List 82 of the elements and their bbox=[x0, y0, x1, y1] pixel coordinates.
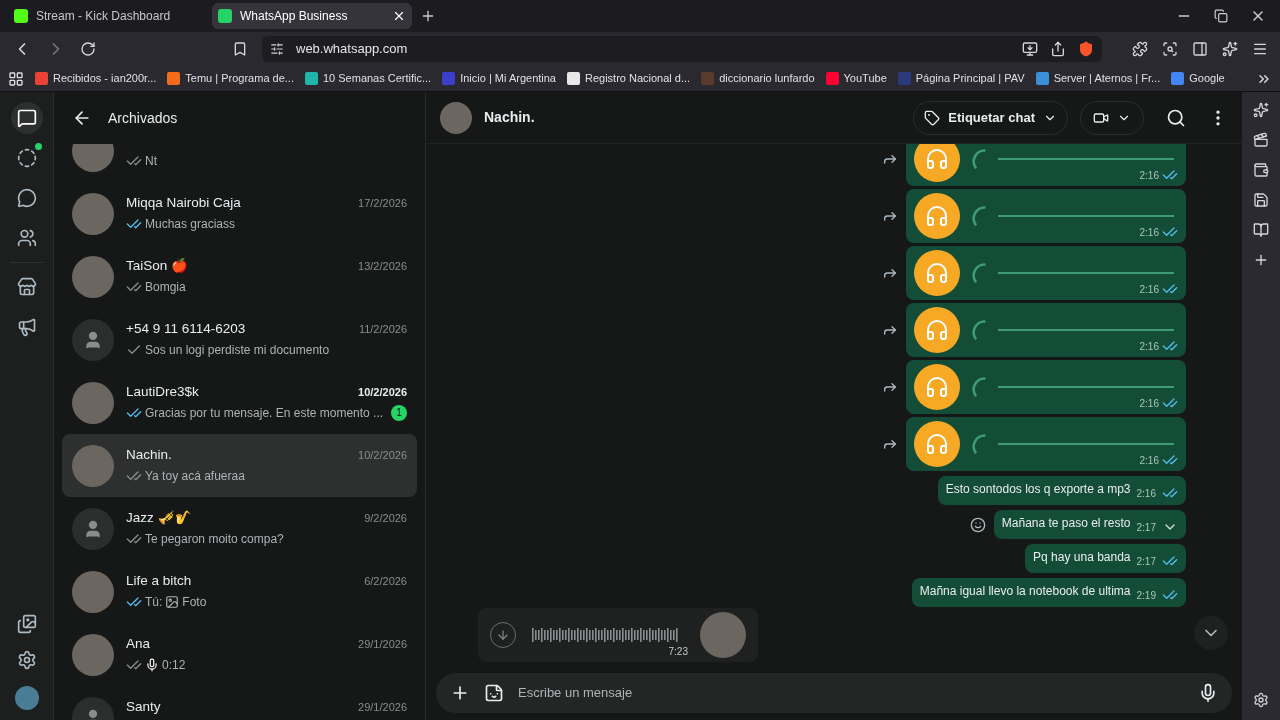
message-time: 2:16 bbox=[1139, 396, 1159, 411]
message-composer[interactable]: Escribe un mensaje bbox=[436, 673, 1232, 713]
message-text: Mañana te paso el resto bbox=[1001, 515, 1131, 532]
message-preview: Bomgia bbox=[145, 278, 187, 296]
chat-list-item[interactable]: Santy 29/1/2026 bbox=[62, 686, 417, 720]
chat-list-item[interactable]: Nt bbox=[62, 144, 417, 182]
chat-list-item[interactable]: Nachin. 10/2/2026 Ya toy acá afueraa bbox=[62, 434, 417, 497]
message-time: 2:16 bbox=[1139, 453, 1159, 468]
message-preview: 0:12 bbox=[162, 656, 187, 674]
audio-message-bubble[interactable]: 2:16 bbox=[906, 246, 1186, 300]
message-text: Esto sontodos los q exporte a mp3 bbox=[945, 481, 1131, 498]
message-preview: Te pegaron moito compa? bbox=[145, 530, 285, 548]
chat-name: Jazz 🎺🎷 bbox=[126, 509, 192, 528]
sender-label: Tú: bbox=[145, 593, 163, 611]
chat-date: 10/2/2026 bbox=[358, 385, 407, 401]
message-time: 2:16 bbox=[1139, 339, 1159, 354]
message-time: 2:16 bbox=[1139, 282, 1159, 297]
chat-list-item[interactable]: TaiSon 🍎 13/2/2026 Bomgia bbox=[62, 245, 417, 308]
chat-date: 29/1/2026 bbox=[358, 700, 407, 716]
audio-message-bubble[interactable]: 2:16 bbox=[906, 144, 1186, 186]
message-time: 2:17 bbox=[1136, 555, 1156, 569]
chat-list-item[interactable]: Ana 29/1/2026 0:12 bbox=[62, 623, 417, 686]
message-preview: Gracias por tu mensaje. En este momento ... bbox=[145, 404, 385, 422]
audio-message-bubble[interactable]: 2:16 bbox=[906, 189, 1186, 243]
bookmark-link[interactable]: Registro Nacional d... bbox=[567, 70, 691, 87]
chat-date: 11/2/2026 bbox=[358, 322, 407, 338]
message-bubble[interactable]: Mañana te paso el resto 2:17 bbox=[993, 510, 1186, 539]
chat-name: LautiDre3$k bbox=[126, 383, 199, 402]
chat-name: TaiSon 🍎 bbox=[126, 257, 189, 276]
message-time: 2:16 bbox=[1139, 225, 1159, 240]
bookmark-link[interactable]: Página Principal | PAV bbox=[897, 70, 1025, 87]
message-time: 2:17 bbox=[1136, 521, 1156, 535]
bookmark-link[interactable]: Temu | Programa de... bbox=[167, 70, 294, 87]
message-text: Mañna igual llevo la notebook de ultima bbox=[919, 583, 1131, 600]
chat-date: 29/1/2026 bbox=[358, 637, 407, 653]
bookmark-link[interactable]: diccionario lunfardo bbox=[701, 70, 815, 87]
chat-name: Nachin. bbox=[126, 446, 172, 465]
audio-message-bubble[interactable]: 2:16 bbox=[906, 417, 1186, 471]
message-bubble[interactable]: Mañna igual llevo la notebook de ultima 2:19 bbox=[911, 578, 1186, 607]
message-preview: Ya toy acá afueraa bbox=[145, 467, 246, 485]
address-bar[interactable]: web.whatsapp.com bbox=[262, 36, 1102, 62]
browser-tab[interactable]: WhatsApp Business bbox=[212, 3, 412, 29]
chat-name: Ana bbox=[126, 635, 151, 654]
bookmark-link[interactable]: Inicio | Mi Argentina bbox=[442, 70, 556, 87]
chat-list-item[interactable]: LautiDre3$k 10/2/2026 Gracias por tu mensaje. En este momento ... 1 bbox=[62, 371, 417, 434]
message-bubble[interactable]: Esto sontodos los q exporte a mp3 2:16 bbox=[937, 476, 1186, 505]
message-preview: Muchas graciass bbox=[145, 215, 237, 233]
bookmark-link[interactable]: YouTube bbox=[825, 70, 887, 87]
chat-date: 9/2/2026 bbox=[364, 511, 407, 527]
chat-name: +54 9 11 6114-6203 bbox=[126, 320, 246, 339]
chat-list-item[interactable]: +54 9 11 6114-6203 11/2/2026 Sos un logi perdiste mi documento bbox=[62, 308, 417, 371]
bookmark-link[interactable]: Google bbox=[1171, 70, 1225, 87]
bookmark-link[interactable]: Server | Aternos | Fr... bbox=[1035, 70, 1161, 87]
chat-name: Miqqa Nairobi Caja bbox=[126, 194, 241, 213]
contact-name[interactable]: Nachin. bbox=[484, 107, 902, 128]
chat-date: 13/2/2026 bbox=[358, 259, 407, 275]
bookmark-link[interactable]: Recibidos - ian200r... bbox=[35, 70, 157, 87]
voice-duration: 7:23 bbox=[668, 645, 688, 659]
chat-list-item[interactable]: Life a bitch 6/2/2026 Tú: Foto bbox=[62, 560, 417, 623]
chat-date: 10/2/2026 bbox=[358, 448, 407, 464]
panel-title: Archivados bbox=[108, 108, 178, 128]
chat-date: 6/2/2026 bbox=[364, 574, 407, 590]
message-preview: Sos un logi perdiste mi documento bbox=[145, 341, 331, 359]
browser-tab[interactable]: Stream - Kick Dashboard bbox=[8, 3, 208, 29]
message-bubble[interactable]: Pq hay una banda 2:17 bbox=[1025, 544, 1186, 573]
url-text: web.whatsapp.com bbox=[296, 40, 409, 59]
audio-message-bubble[interactable]: 2:16 bbox=[906, 360, 1186, 414]
unread-count: 1 bbox=[391, 404, 407, 421]
chat-list-item[interactable]: Miqqa Nairobi Caja 17/2/2026 Muchas graciass bbox=[62, 182, 417, 245]
message-text: Pq hay una banda bbox=[1033, 549, 1131, 566]
bookmark-link[interactable]: 10 Semanas Certific... bbox=[304, 70, 432, 87]
audio-message-bubble[interactable]: 2:16 bbox=[906, 303, 1186, 357]
message-time: 2:16 bbox=[1136, 487, 1156, 501]
chat-list-item[interactable]: Jazz 🎺🎷 9/2/2026 Te pegaron moito compa? bbox=[62, 497, 417, 560]
chat-name: Santy bbox=[126, 698, 161, 717]
message-preview: Foto bbox=[182, 593, 208, 611]
message-preview: Nt bbox=[145, 152, 158, 170]
message-time: 2:19 bbox=[1136, 589, 1156, 603]
chat-name: Life a bitch bbox=[126, 572, 192, 591]
message-time: 2:16 bbox=[1139, 168, 1159, 183]
chat-date: 17/2/2026 bbox=[358, 196, 407, 212]
message-input[interactable]: Escribe un mensaje bbox=[518, 683, 1184, 703]
